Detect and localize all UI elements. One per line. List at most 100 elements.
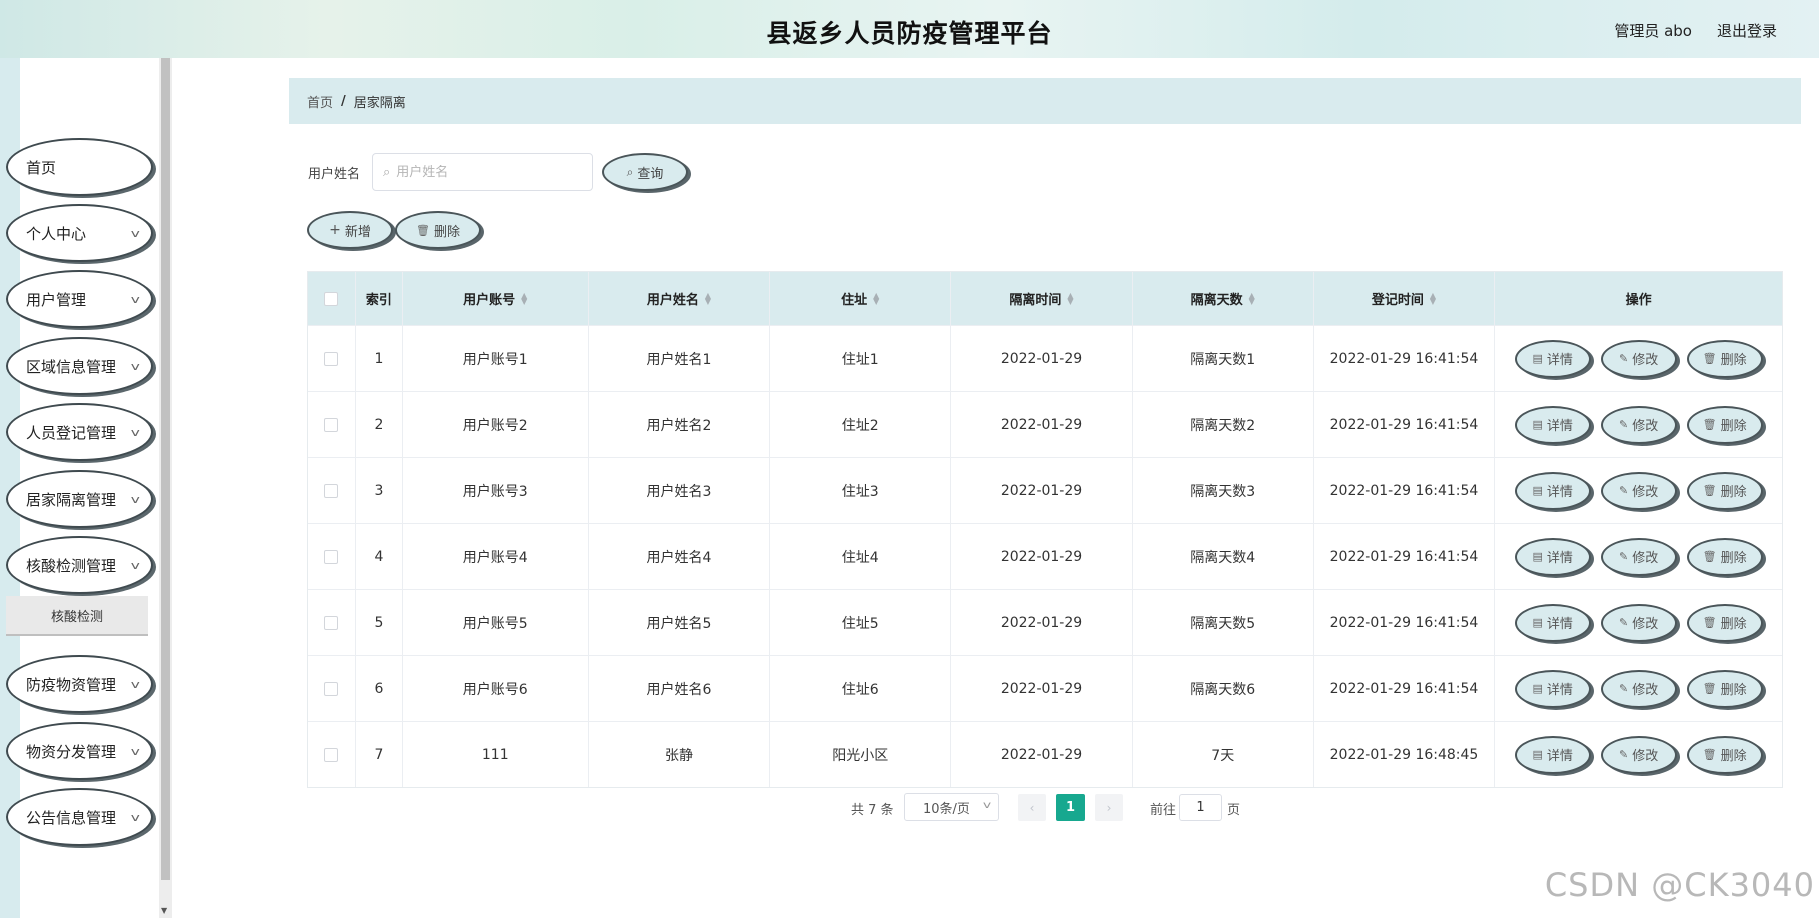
- header-name[interactable]: 用户姓名 ▲ ▼: [589, 272, 771, 325]
- row-checkbox[interactable]: [324, 681, 339, 696]
- delete-button[interactable]: 🗑 删除: [1686, 669, 1763, 708]
- table-row: 4 用户账号4 用户姓名4 住址4 2022-01-29 隔离天数4 2022-01-29 …: [308, 523, 1782, 589]
- edit-icon: ✎: [1619, 748, 1629, 761]
- sidebar-item-personal-center[interactable]: 个人中心 v: [6, 204, 153, 262]
- sidebar-item-announcement-management[interactable]: 公告信息管理 v: [6, 788, 153, 846]
- add-button[interactable]: + 新增: [307, 211, 393, 249]
- cell-time: 2022-01-29: [951, 524, 1133, 589]
- search-icon: ⌕: [626, 164, 634, 179]
- breadcrumb-current: 居家隔离: [353, 95, 406, 111]
- goto-page-input[interactable]: [1179, 794, 1222, 821]
- edit-label: 修改: [1632, 485, 1659, 500]
- cell-address: 住址3: [770, 458, 952, 523]
- sidebar-item-home-isolation[interactable]: 居家隔离管理 v: [6, 470, 153, 528]
- row-checkbox[interactable]: [324, 615, 339, 630]
- row-checkbox[interactable]: [324, 351, 339, 366]
- sidebar-item-registration-management[interactable]: 人员登记管理 v: [6, 403, 153, 461]
- next-page-button[interactable]: ›: [1095, 794, 1123, 821]
- header-address-label: 住址: [841, 293, 868, 308]
- delete-button[interactable]: 🗑 删除: [1686, 339, 1763, 378]
- header-registered-time[interactable]: 登记时间 ▲ ▼: [1314, 272, 1496, 325]
- delete-button[interactable]: 🗑 删除: [1686, 735, 1763, 774]
- detail-button[interactable]: ▤ 详情: [1514, 735, 1591, 774]
- sidebar-item-nucleic-test-management[interactable]: 核酸检测管理 v: [6, 536, 153, 594]
- goto-label: 前往: [1150, 803, 1177, 818]
- cell-days: 隔离天数3: [1133, 458, 1314, 523]
- detail-label: 详情: [1546, 485, 1573, 500]
- sidebar-item-distribution-management[interactable]: 物资分发管理 v: [6, 722, 153, 780]
- logout-link[interactable]: 退出登录: [1717, 20, 1777, 41]
- page-size-select[interactable]: 10条/页 v: [904, 793, 999, 821]
- sidebar-item-home[interactable]: 首页: [6, 138, 153, 196]
- header-isolation-days[interactable]: 隔离天数 ▲ ▼: [1133, 272, 1314, 325]
- sort-icon[interactable]: ▲ ▼: [873, 291, 879, 305]
- chevron-down-icon: v: [131, 493, 141, 506]
- breadcrumb-home[interactable]: 首页: [307, 92, 333, 111]
- select-all-checkbox[interactable]: [324, 291, 339, 306]
- sidebar-item-region-management[interactable]: 区域信息管理 v: [6, 337, 153, 395]
- row-actions: ▤ 详情 ✎ 修改 🗑 删除: [1495, 392, 1782, 457]
- detail-button[interactable]: ▤ 详情: [1514, 405, 1591, 444]
- trash-icon: 🗑: [1702, 748, 1717, 761]
- detail-button[interactable]: ▤ 详情: [1514, 471, 1591, 510]
- edit-button[interactable]: ✎ 修改: [1600, 669, 1677, 708]
- cell-address: 住址6: [770, 656, 952, 721]
- delete-button[interactable]: 🗑 删除: [1686, 537, 1763, 576]
- detail-button[interactable]: ▤ 详情: [1514, 339, 1591, 378]
- delete-button[interactable]: 🗑 删除: [1686, 603, 1763, 642]
- sort-icon[interactable]: ▲ ▼: [521, 291, 527, 305]
- sidebar-item-label: 居家隔离管理: [26, 490, 117, 509]
- search-label: 用户姓名: [308, 167, 361, 182]
- cell-name: 用户姓名3: [589, 458, 771, 523]
- sort-icon[interactable]: ▲ ▼: [1249, 291, 1255, 305]
- detail-button[interactable]: ▤ 详情: [1514, 603, 1591, 642]
- sort-icon[interactable]: ▲ ▼: [1430, 291, 1436, 305]
- sidebar-item-user-management[interactable]: 用户管理 v: [6, 270, 153, 328]
- row-checkbox[interactable]: [324, 549, 339, 564]
- cell-index: 4: [356, 524, 403, 589]
- cell-time: 2022-01-29: [951, 656, 1133, 721]
- sidebar-subitem-nucleic-test[interactable]: 核酸检测: [6, 596, 148, 636]
- edit-icon: ✎: [1619, 484, 1629, 497]
- header-account[interactable]: 用户账号 ▲ ▼: [403, 272, 589, 325]
- sidebar-item-supplies-management[interactable]: 防疫物资管理 v: [6, 655, 153, 713]
- cell-registered: 2022-01-29 16:41:54: [1314, 392, 1496, 457]
- header-isolation-time[interactable]: 隔离时间 ▲ ▼: [951, 272, 1133, 325]
- cell-index: 2: [356, 392, 403, 457]
- current-page-button[interactable]: 1: [1056, 794, 1085, 821]
- header-checkbox-cell: [308, 272, 356, 325]
- edit-button[interactable]: ✎ 修改: [1600, 339, 1677, 378]
- delete-button[interactable]: 🗑 删除: [1686, 405, 1763, 444]
- edit-button[interactable]: ✎ 修改: [1600, 603, 1677, 642]
- detail-button[interactable]: ▤ 详情: [1514, 537, 1591, 576]
- cell-account: 用户账号2: [403, 392, 589, 457]
- row-checkbox[interactable]: [324, 747, 339, 762]
- sort-icon[interactable]: ▲ ▼: [705, 291, 711, 305]
- sidebar-scroll-thumb[interactable]: [161, 58, 170, 880]
- search-input[interactable]: [396, 164, 577, 180]
- detail-button[interactable]: ▤ 详情: [1514, 669, 1591, 708]
- edit-button[interactable]: ✎ 修改: [1600, 537, 1677, 576]
- edit-button[interactable]: ✎ 修改: [1600, 405, 1677, 444]
- sort-icon[interactable]: ▲ ▼: [1067, 291, 1073, 305]
- search-button[interactable]: ⌕ 查询: [602, 153, 688, 191]
- edit-label: 修改: [1632, 551, 1659, 566]
- header-index: 索引: [356, 272, 403, 325]
- search-field[interactable]: ⌕: [372, 153, 593, 191]
- edit-button[interactable]: ✎ 修改: [1600, 735, 1677, 774]
- delete-button[interactable]: 🗑 删除: [1686, 471, 1763, 510]
- sidebar-item-label: 个人中心: [26, 224, 87, 243]
- header-time-label: 隔离时间: [1009, 293, 1062, 308]
- delete-label: 删除: [1720, 683, 1747, 698]
- cell-registered: 2022-01-29 16:41:54: [1314, 524, 1496, 589]
- cell-time: 2022-01-29: [951, 458, 1133, 523]
- sidebar-item-label: 人员登记管理: [26, 423, 117, 442]
- prev-page-button[interactable]: ‹: [1018, 794, 1046, 821]
- scroll-down-arrow-icon[interactable]: ▼: [161, 906, 167, 915]
- header-address[interactable]: 住址 ▲ ▼: [770, 272, 952, 325]
- goto-suffix: 页: [1227, 803, 1241, 818]
- row-checkbox[interactable]: [324, 417, 339, 432]
- row-checkbox[interactable]: [324, 483, 339, 498]
- edit-button[interactable]: ✎ 修改: [1600, 471, 1677, 510]
- batch-delete-button[interactable]: 🗑 删除: [395, 211, 481, 249]
